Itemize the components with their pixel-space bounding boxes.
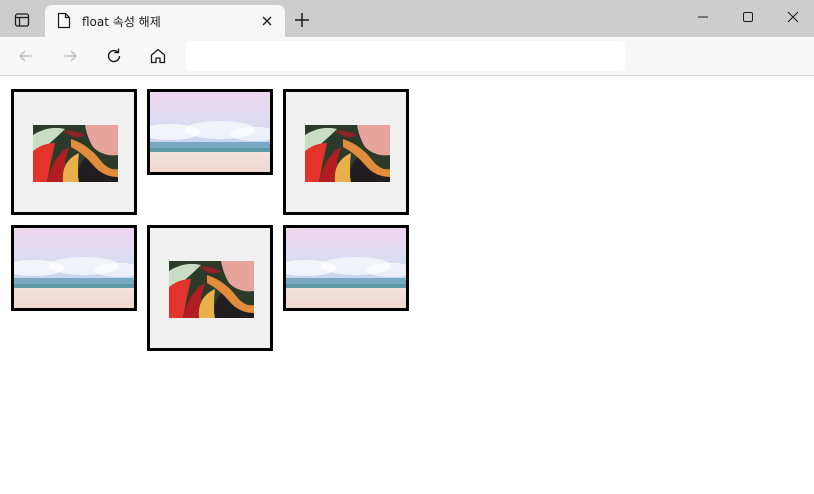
image-box <box>147 89 273 175</box>
abstract-art-image <box>33 125 118 182</box>
close-window-button[interactable] <box>770 0 814 34</box>
forward-button[interactable] <box>57 43 83 69</box>
refresh-button[interactable] <box>101 43 127 69</box>
home-button[interactable] <box>145 43 171 69</box>
close-window-icon <box>787 11 799 23</box>
abstract-art-image <box>305 125 390 182</box>
image-box <box>147 225 273 351</box>
forward-arrow-icon <box>64 50 77 62</box>
image-box <box>283 89 409 215</box>
back-button[interactable] <box>13 43 39 69</box>
navigation-toolbar <box>0 37 814 76</box>
tab-title: float 속성 해제 <box>82 15 161 29</box>
home-icon <box>150 48 166 64</box>
minimize-icon <box>698 16 708 18</box>
image-box <box>11 89 137 215</box>
page-content <box>0 76 814 494</box>
maximize-button[interactable] <box>725 0 771 34</box>
abstract-art-image <box>169 261 254 318</box>
beach-image <box>14 228 134 308</box>
new-tab-icon[interactable] <box>290 8 314 32</box>
minimize-button[interactable] <box>680 0 726 34</box>
title-bar: float 속성 해제 <box>0 0 814 37</box>
maximize-icon <box>743 12 753 22</box>
address-bar-input[interactable] <box>186 41 625 71</box>
image-box <box>11 225 137 311</box>
tab-actions-button[interactable] <box>8 8 36 32</box>
back-arrow-icon <box>19 50 32 62</box>
tab-actions-icon <box>14 13 30 27</box>
refresh-icon <box>107 48 121 63</box>
close-tab-icon[interactable] <box>260 14 274 28</box>
browser-tab[interactable]: float 속성 해제 <box>45 5 285 37</box>
image-box <box>283 225 409 311</box>
beach-image <box>286 228 406 308</box>
page-icon <box>57 12 71 29</box>
beach-image <box>150 92 270 172</box>
